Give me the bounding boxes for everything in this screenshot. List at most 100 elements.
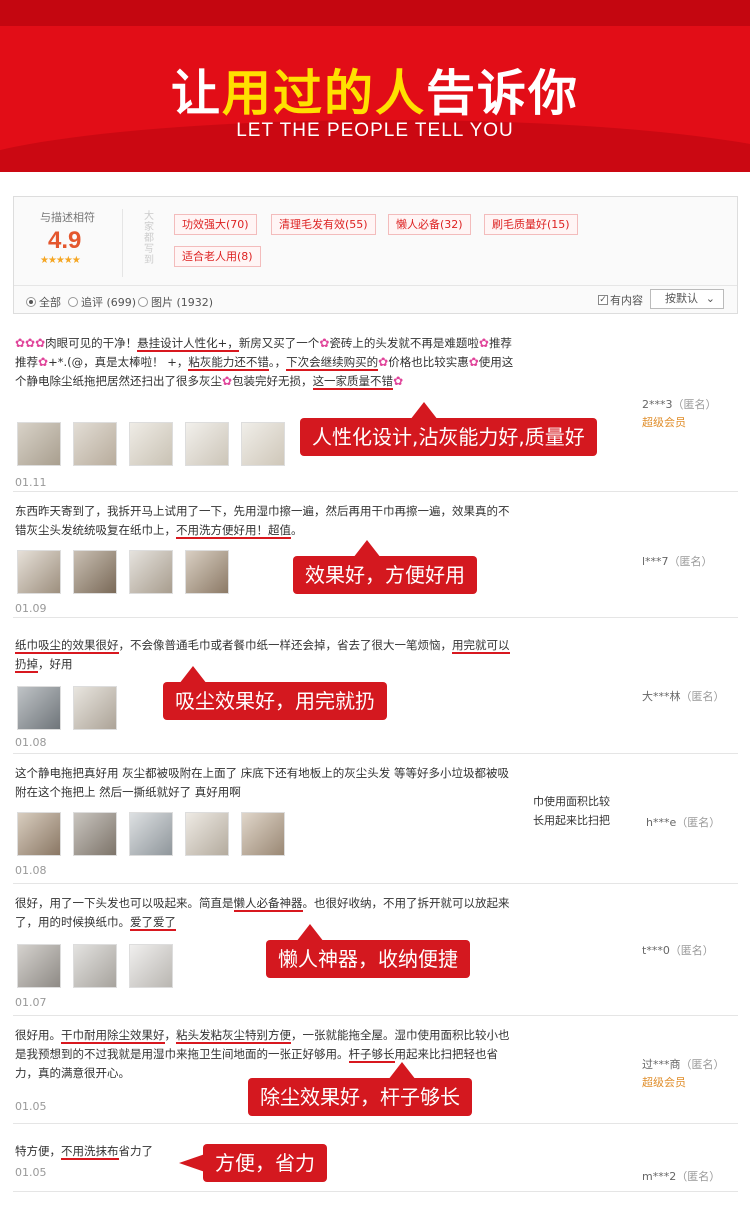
review-photo[interactable] bbox=[17, 422, 61, 466]
review-item: 特方便，不用洗抹布省力了 01.05 m***2（匿名） 方便，省力 bbox=[13, 1124, 738, 1192]
review-photo[interactable] bbox=[129, 944, 173, 988]
impression-tag[interactable]: 刷毛质量好(15) bbox=[484, 214, 578, 235]
review-photo[interactable] bbox=[185, 812, 229, 856]
review-item: 很好用。干巾耐用除尘效果好，粘头发粘灰尘特别方便，一张就能拖全屋。湿巾使用面积比… bbox=[13, 1016, 738, 1124]
callout-label: 效果好，方便好用 bbox=[293, 540, 477, 594]
reviewer-name: m***2（匿名） bbox=[642, 1168, 720, 1184]
callout-label: 懒人神器，收纳便捷 bbox=[266, 924, 470, 978]
review-photo[interactable] bbox=[241, 812, 285, 856]
highlighted-phrase: 不用洗方便好用！超值 bbox=[176, 523, 291, 539]
review-photo[interactable] bbox=[17, 944, 61, 988]
filter-label: 全部 bbox=[39, 296, 61, 309]
filter-followup-radio[interactable]: 追评 (699) bbox=[68, 294, 136, 310]
flower-icon: ✿✿✿ bbox=[15, 336, 46, 350]
text-span: 2***3 bbox=[642, 398, 673, 411]
review-text: ✿✿✿肉眼可见的干净！悬挂设计人性化+，新房又买了一个✿瓷砖上的头发就不再是难题… bbox=[15, 334, 515, 391]
sort-label: 按默认 bbox=[665, 292, 698, 305]
review-photo[interactable] bbox=[185, 422, 229, 466]
review-phrase: 包装完好无损， bbox=[232, 374, 313, 388]
banner-stripe bbox=[0, 0, 750, 26]
review-date: 01.05 bbox=[15, 1166, 47, 1179]
callout-label: 人性化设计,沾灰能力好,质量好 bbox=[300, 402, 597, 456]
anonymous-label: （匿名） bbox=[672, 398, 717, 411]
review-phrase: 价格也比较实惠 bbox=[388, 355, 469, 369]
anonymous-label: （匿名） bbox=[680, 690, 725, 703]
title-highlight: 用过的人 bbox=[221, 65, 426, 122]
vip-badge: 超级会员 bbox=[642, 416, 686, 429]
filter-images-radio[interactable]: 图片 (1932) bbox=[138, 294, 213, 310]
highlighted-phrase: 爱了爱了 bbox=[130, 915, 176, 931]
flower-icon: ✿ bbox=[478, 336, 489, 350]
overflow-text: 巾使用面积比较 长用起来比扫把 bbox=[533, 792, 633, 830]
review-photo[interactable] bbox=[185, 550, 229, 594]
review-photo[interactable] bbox=[73, 422, 117, 466]
banner-title: 让用过的人告诉你 bbox=[0, 54, 750, 125]
sort-dropdown[interactable]: 按默认 ⌄ bbox=[650, 289, 724, 309]
review-photo[interactable] bbox=[129, 550, 173, 594]
impression-tag[interactable]: 适合老人用(8) bbox=[174, 246, 261, 267]
flower-icon: ✿ bbox=[393, 374, 404, 388]
impression-tag[interactable]: 功效强大(70) bbox=[174, 214, 257, 235]
reviewer-name: h***e（匿名） bbox=[646, 814, 720, 830]
callout-label: 方便，省力 bbox=[179, 1144, 327, 1182]
highlighted-phrase: 这一家质量不错 bbox=[312, 374, 394, 390]
review-date: 01.09 bbox=[15, 602, 47, 615]
reviewer-name: 2***3（匿名） bbox=[642, 396, 717, 412]
review-photo[interactable] bbox=[17, 550, 61, 594]
vip-badge: 超级会员 bbox=[642, 1076, 686, 1089]
banner-subtitle: LET THE PEOPLE TELL YOU bbox=[236, 120, 514, 141]
checkbox-icon: ✓ bbox=[598, 295, 608, 305]
impression-tag[interactable]: 清理毛发有效(55) bbox=[271, 214, 376, 235]
text-span: 长用起来比扫把 bbox=[533, 814, 610, 827]
filter-all-radio[interactable]: 全部 bbox=[26, 294, 61, 310]
review-date: 01.07 bbox=[15, 996, 47, 1009]
highlighted-phrase: 纸巾吸尘的效果很好 bbox=[15, 638, 119, 654]
divider bbox=[122, 209, 123, 277]
callout-label: 吸尘效果好，用完就扔 bbox=[163, 666, 387, 720]
review-text: 很好，用了一下头发也可以吸起来。简直是懒人必备神器。也很好收纳，不用了拆开就可以… bbox=[15, 894, 515, 932]
review-phrase: 这个静电拖把真好用 灰尘都被吸附在上面了 床底下还有地板上的灰尘头发 等等好多小… bbox=[15, 766, 509, 799]
review-photo[interactable] bbox=[129, 812, 173, 856]
highlighted-phrase: 粘灰能力还不错 bbox=[188, 355, 269, 371]
review-photo[interactable] bbox=[73, 550, 117, 594]
review-item: 纸巾吸尘的效果很好，不会像普通毛巾或者餐巾纸一样还会掉，省去了很大一笔烦恼，用完… bbox=[13, 618, 738, 754]
review-item: ✿✿✿肉眼可见的干净！悬挂设计人性化+，新房又买了一个✿瓷砖上的头发就不再是难题… bbox=[13, 326, 738, 492]
impression-label: 大家都写到 bbox=[144, 211, 154, 266]
flower-icon: ✿ bbox=[468, 355, 479, 369]
review-date: 01.08 bbox=[15, 736, 47, 749]
anonymous-label: （匿名） bbox=[676, 1170, 721, 1183]
text-span: 过***商 bbox=[642, 1058, 681, 1071]
highlighted-phrase: 悬挂设计人性化+， bbox=[137, 336, 239, 352]
text-span: l***7 bbox=[642, 555, 669, 568]
has-content-checkbox[interactable]: ✓ 有内容 bbox=[598, 292, 643, 308]
highlighted-phrase: 干巾耐用除尘效果好 bbox=[61, 1028, 165, 1044]
impression-tag[interactable]: 懒人必备(32) bbox=[388, 214, 471, 235]
review-photo[interactable] bbox=[73, 686, 117, 730]
review-text: 很好用。干巾耐用除尘效果好，粘头发粘灰尘特别方便，一张就能拖全屋。湿巾使用面积比… bbox=[15, 1026, 515, 1083]
text-span: h***e bbox=[646, 816, 677, 829]
highlighted-phrase: 懒人必备神器 bbox=[233, 896, 303, 912]
review-photo[interactable] bbox=[73, 944, 117, 988]
review-item: 东西昨天寄到了，我拆开马上试用了一下，先用湿巾擦一遍，然后再用干巾再擦一遍，效果… bbox=[13, 492, 738, 618]
review-date: 01.08 bbox=[15, 864, 47, 877]
text-span: t***0 bbox=[642, 944, 670, 957]
review-photo[interactable] bbox=[17, 686, 61, 730]
review-text: 东西昨天寄到了，我拆开马上试用了一下，先用湿巾擦一遍，然后再用干巾再擦一遍，效果… bbox=[15, 502, 515, 540]
review-text: 纸巾吸尘的效果很好，不会像普通毛巾或者餐巾纸一样还会掉，省去了很大一笔烦恼，用完… bbox=[15, 636, 515, 674]
review-photo[interactable] bbox=[129, 422, 173, 466]
review-phrase: 瓷砖上的头发就不再是难题啦 bbox=[329, 336, 479, 350]
score-value: 4.9 bbox=[48, 227, 82, 254]
radio-icon bbox=[138, 297, 148, 307]
filter-label: 图片 (1932) bbox=[151, 296, 214, 309]
radio-icon bbox=[68, 297, 78, 307]
review-photo[interactable] bbox=[17, 812, 61, 856]
review-phrase: ，不会像普通毛巾或者餐巾纸一样还会掉，省去了很大一笔烦恼， bbox=[118, 638, 453, 652]
reviewer-name: 过***商（匿名） bbox=[642, 1056, 725, 1072]
review-phrase: 特方便， bbox=[15, 1144, 61, 1158]
review-photo[interactable] bbox=[241, 422, 285, 466]
reviewer-name: l***7（匿名） bbox=[642, 553, 713, 569]
review-photo[interactable] bbox=[73, 812, 117, 856]
flower-icon: ✿ bbox=[319, 336, 330, 350]
reviewer-name: t***0（匿名） bbox=[642, 942, 714, 958]
title-post: 告诉你 bbox=[426, 65, 580, 122]
